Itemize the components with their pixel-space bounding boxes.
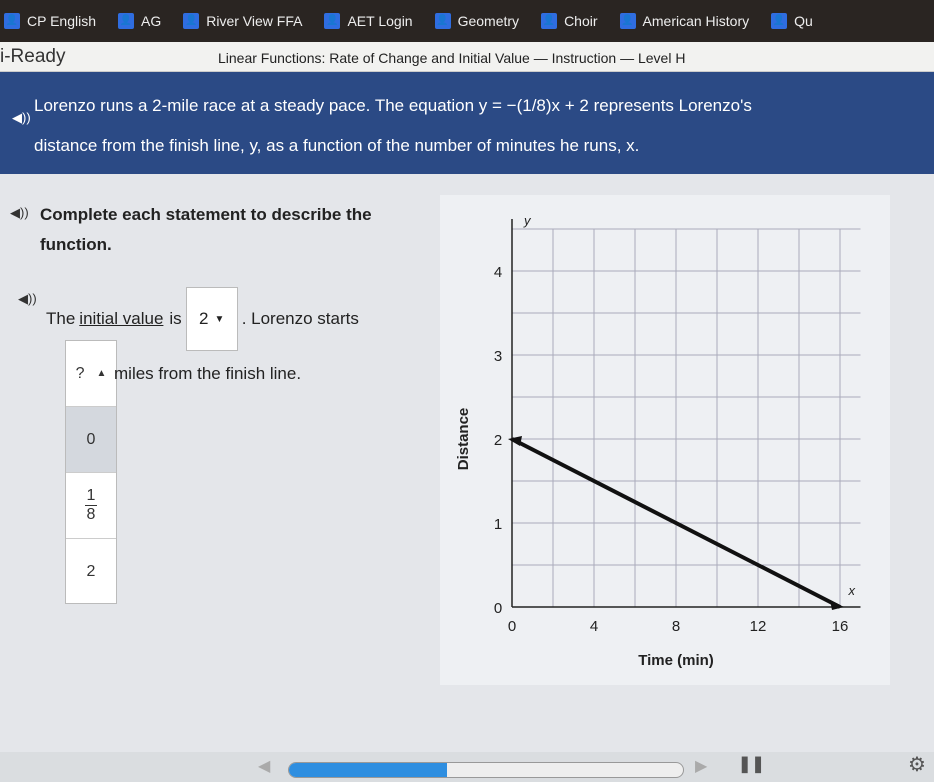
problem-banner: ◀)) Lorenzo runs a 2-mile race at a stea… xyxy=(0,72,934,174)
bookmark-label: American History xyxy=(642,13,750,29)
lesson-header: i-Ready Linear Functions: Rate of Change… xyxy=(0,42,934,72)
y-axis-label: Distance xyxy=(455,408,472,471)
problem-line-1: Lorenzo runs a 2-mile race at a steady p… xyxy=(34,96,752,115)
x-tick-label: 0 xyxy=(508,618,516,635)
previous-icon[interactable]: ◀ xyxy=(258,756,270,776)
statement-2-suffix: miles from the finish line. xyxy=(114,364,302,383)
bookmark-label: AG xyxy=(141,13,162,29)
distance-time-graph: 0 4 8 12 1601234xyTime (min)Distance xyxy=(455,213,861,669)
option-1-8[interactable]: 18 xyxy=(66,473,116,539)
y-tick-label: 4 xyxy=(494,264,502,281)
dropdown-value: ? xyxy=(75,364,85,382)
bookmark-4[interactable]: 👤 Geometry xyxy=(434,13,520,29)
initial-value-dropdown[interactable]: 2 ▼ xyxy=(185,287,238,351)
settings-icon[interactable]: ⚙ xyxy=(908,752,926,777)
bookmark-label: Choir xyxy=(564,13,598,29)
bookmark-5[interactable]: 👤 Choir xyxy=(541,13,598,29)
initial-value-term[interactable]: initial value xyxy=(79,309,163,329)
option-2[interactable]: 2 xyxy=(66,539,116,605)
bookmark-3[interactable]: 👤 AET Login xyxy=(324,13,413,29)
bookmark-label: CP English xyxy=(27,13,97,29)
problem-line-2: distance from the finish line, y, as a f… xyxy=(34,136,640,155)
x-tick-label: 16 xyxy=(832,618,849,635)
y-tick-label: 0 xyxy=(494,600,502,617)
arrow-icon xyxy=(830,600,844,610)
bookmark-7[interactable]: 👤 Qu xyxy=(771,13,813,29)
dropdown-value: 2 xyxy=(199,309,209,328)
text: The xyxy=(46,309,76,328)
y-tick-label: 3 xyxy=(494,348,502,365)
progress-fill xyxy=(289,763,447,777)
graph-panel: 0 4 8 12 16 0 1 2 3 4 x y Time (min) Distance xyxy=(440,195,890,685)
speaker-icon[interactable]: ◀)) xyxy=(10,205,29,221)
aet-icon: 👤 xyxy=(324,13,341,29)
speaker-icon[interactable]: ◀)) xyxy=(12,98,31,138)
lesson-progress-bar xyxy=(288,762,684,778)
classroom-icon: 👤 xyxy=(118,13,135,29)
classroom-icon: 👤 xyxy=(541,13,558,29)
y-tick-label: 2 xyxy=(494,432,502,449)
x-tick-label: 12 xyxy=(750,618,767,635)
lesson-title: Linear Functions: Rate of Change and Ini… xyxy=(218,50,686,66)
bookmark-label: AET Login xyxy=(347,13,413,29)
person-icon: 👤 xyxy=(183,13,200,29)
x-axis-label: Time (min) xyxy=(638,652,714,669)
quizlet-icon: 👤 xyxy=(771,13,788,29)
y-tick-label: 1 xyxy=(494,516,502,533)
option-0[interactable]: 0 xyxy=(66,407,116,473)
text: is xyxy=(169,309,182,328)
bookmark-1[interactable]: 👤 AG xyxy=(118,13,161,29)
next-icon[interactable]: ▶ xyxy=(695,756,707,776)
iready-logo: i-Ready xyxy=(0,46,66,67)
person-icon: 👤 xyxy=(4,13,20,29)
x-tick-label: 8 xyxy=(672,618,680,635)
classroom-icon: 👤 xyxy=(619,13,636,29)
arrow-icon xyxy=(508,436,522,446)
instruction: Complete each statement to describe the … xyxy=(40,205,372,254)
bookmark-0[interactable]: 👤 CP English xyxy=(4,13,96,29)
y-axis-name: y xyxy=(523,213,532,228)
bookmark-label: River View FFA xyxy=(206,13,303,29)
bookmark-label: Geometry xyxy=(457,13,520,29)
bookmark-6[interactable]: 👤 American History xyxy=(619,13,750,29)
chevron-down-icon: ▼ xyxy=(214,313,225,325)
bookmark-2[interactable]: 👤 River View FFA xyxy=(183,13,302,29)
chevron-up-icon: ▲ xyxy=(96,368,107,379)
bookmark-label: Qu xyxy=(794,13,813,29)
text: . Lorenzo starts xyxy=(241,309,359,328)
start-distance-dropdown[interactable]: ? ▲ 0 18 2 xyxy=(65,340,117,604)
speaker-icon[interactable]: ◀)) xyxy=(18,291,37,307)
classroom-icon: 👤 xyxy=(434,13,451,29)
pause-icon[interactable]: ❚❚ xyxy=(738,754,765,774)
bookmarks-bar: 👤 CP English 👤 AG 👤 River View FFA 👤 AET Login 👤… xyxy=(0,0,934,42)
x-axis-name: x xyxy=(848,583,856,598)
x-tick-label: 4 xyxy=(590,618,598,635)
